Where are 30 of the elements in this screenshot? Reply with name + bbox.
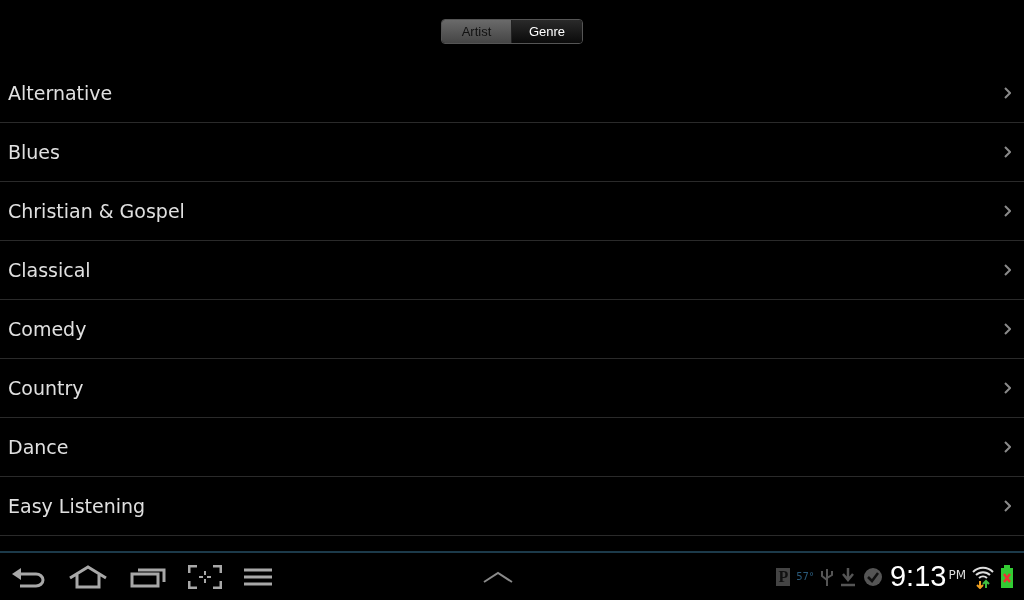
wifi-icon	[972, 564, 994, 589]
chevron-icon	[1004, 205, 1011, 217]
usb-icon	[819, 566, 834, 587]
genre-item[interactable]: Dance	[0, 418, 1024, 477]
back-icon[interactable]	[12, 565, 46, 588]
check-badge-icon	[861, 566, 884, 587]
clock-time: 9:13	[889, 560, 947, 593]
chevron-icon	[1004, 146, 1011, 158]
genre-item[interactable]: Comedy	[0, 300, 1024, 359]
genre-item[interactable]: Alternative	[0, 64, 1024, 123]
chevron-icon	[1004, 500, 1011, 512]
battery-icon	[1000, 564, 1014, 589]
genre-item[interactable]: Christian & Gospel	[0, 182, 1024, 241]
home-icon[interactable]	[68, 564, 108, 589]
genre-item[interactable]: Country	[0, 359, 1024, 418]
genre-item[interactable]: Classical	[0, 241, 1024, 300]
screenshot-icon[interactable]	[188, 564, 222, 589]
chevron-icon	[1004, 382, 1011, 394]
menu-icon[interactable]	[244, 566, 272, 587]
clock-period: PM	[948, 568, 966, 582]
genre-item[interactable]: Blues	[0, 123, 1024, 182]
download-icon	[839, 566, 856, 587]
chevron-icon	[1004, 323, 1011, 335]
genre-item[interactable]: Easy Listening	[0, 477, 1024, 536]
chevron-up-icon[interactable]	[483, 570, 514, 583]
chevron-icon	[1004, 87, 1011, 99]
chevron-icon	[1004, 441, 1011, 453]
chevron-icon	[1004, 264, 1011, 276]
temperature: 57°	[796, 571, 814, 582]
tab[interactable]: Genre	[512, 20, 582, 43]
